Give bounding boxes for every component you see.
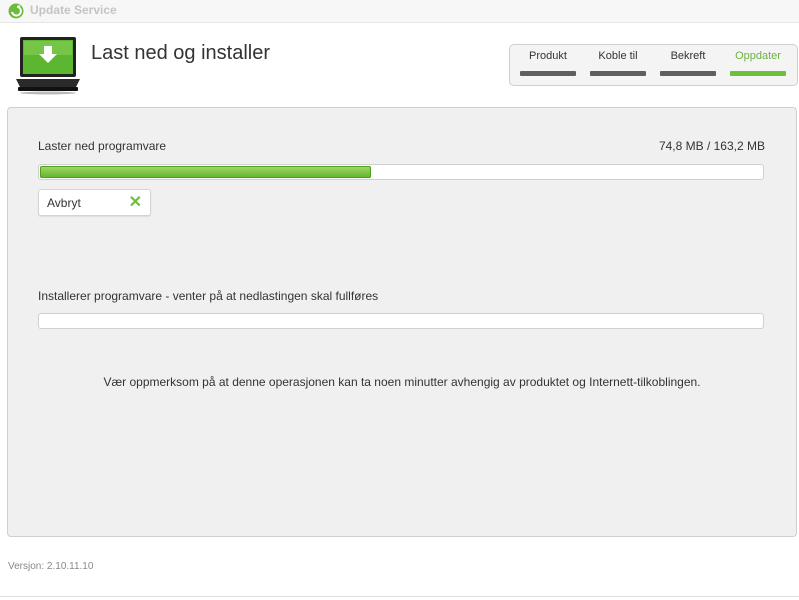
- step-koble-til: Koble til: [586, 45, 650, 85]
- title-bar: Update Service: [0, 0, 799, 23]
- notice-text: Vær oppmerksom på at denne operasjonen k…: [103, 375, 701, 389]
- divider: [0, 596, 799, 597]
- download-progress-bar: [38, 164, 764, 180]
- cancel-button[interactable]: Avbryt ✕: [38, 189, 151, 216]
- step-oppdater: Oppdater: [726, 45, 790, 85]
- update-service-logo-icon: [8, 3, 24, 19]
- download-size: 74,8 MB / 163,2 MB: [658, 139, 765, 153]
- step-label: Oppdater: [735, 50, 781, 62]
- version-label: Versjon: 2.10.11.10: [8, 561, 94, 572]
- download-label: Laster ned programvare: [38, 139, 167, 153]
- step-label: Koble til: [598, 50, 638, 62]
- header: Last ned og installer Produkt Koble til …: [0, 23, 799, 107]
- step-bekreft: Bekreft: [656, 45, 720, 85]
- step-bar: [590, 71, 646, 76]
- cancel-button-label: Avbryt: [47, 196, 81, 210]
- step-indicator: Produkt Koble til Bekreft Oppdater: [509, 44, 798, 86]
- laptop-download-icon: [16, 37, 80, 95]
- install-progress-bar: [38, 313, 764, 329]
- download-progress-fill: [40, 166, 371, 178]
- step-label: Produkt: [529, 50, 567, 62]
- step-bar: [660, 71, 716, 76]
- step-bar: [520, 71, 576, 76]
- main-panel: Laster ned programvare 74,8 MB / 163,2 M…: [7, 107, 797, 537]
- window-title: Update Service: [30, 3, 117, 17]
- install-label: Installerer programvare - venter på at n…: [38, 289, 379, 303]
- step-bar: [730, 71, 786, 76]
- step-label: Bekreft: [670, 50, 706, 62]
- step-produkt: Produkt: [516, 45, 580, 85]
- page-title: Last ned og installer: [91, 42, 271, 64]
- close-x-icon: ✕: [128, 194, 142, 211]
